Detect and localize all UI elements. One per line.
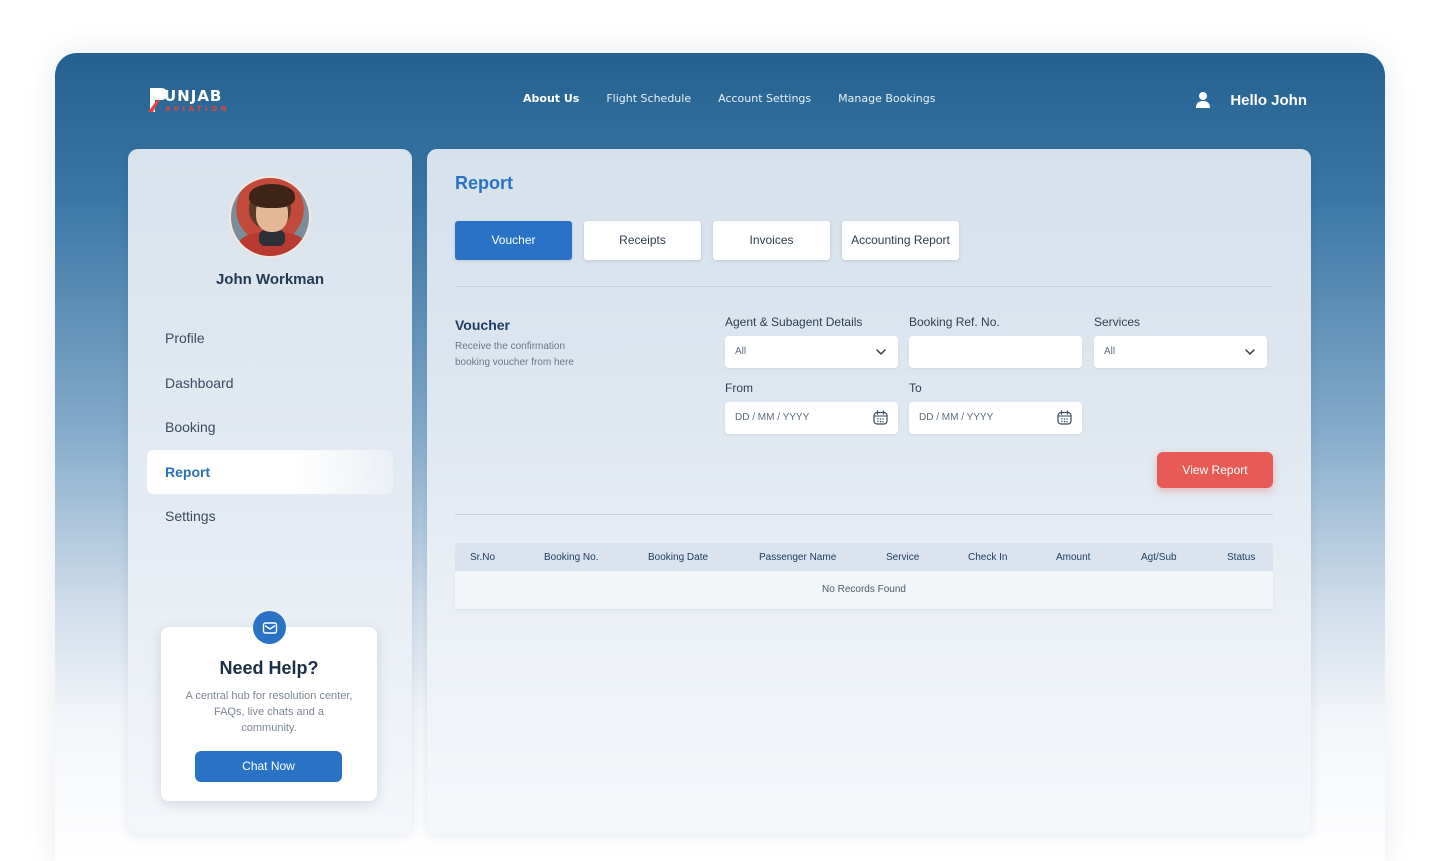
nav-account-settings[interactable]: Account Settings xyxy=(718,92,811,105)
divider xyxy=(455,286,1273,287)
agent-select-value: All xyxy=(735,346,747,357)
brand-logo[interactable]: UNJAB AVIATION xyxy=(147,86,237,116)
nav-manage-bookings[interactable]: Manage Bookings xyxy=(838,92,935,105)
divider xyxy=(455,514,1273,515)
from-date-placeholder: DD / MM / YYYY xyxy=(735,412,810,423)
from-label: From xyxy=(725,381,753,395)
chevron-down-icon xyxy=(876,349,886,355)
calendar-icon[interactable] xyxy=(1057,410,1072,425)
agent-label: Agent & Subagent Details xyxy=(725,315,863,329)
report-tabs: Voucher Receipts Invoices Accounting Rep… xyxy=(455,221,959,260)
sidebar-item-profile[interactable]: Profile xyxy=(147,316,393,361)
tab-invoices[interactable]: Invoices xyxy=(713,221,830,260)
to-date-input[interactable]: DD / MM / YYYY xyxy=(909,402,1082,434)
column-header[interactable]: Service xyxy=(886,552,919,563)
agent-select[interactable]: All xyxy=(725,336,898,368)
booking-ref-input[interactable] xyxy=(909,336,1082,368)
nav-flight-schedule[interactable]: Flight Schedule xyxy=(606,92,691,105)
brand-name: UNJAB xyxy=(164,87,223,105)
help-description: A central hub for resolution center, FAQ… xyxy=(185,690,353,734)
user-menu[interactable]: Hello John xyxy=(1196,91,1307,109)
avatar[interactable] xyxy=(229,176,311,258)
column-header[interactable]: Booking Date xyxy=(648,552,708,563)
sidebar-menu: Profile Dashboard Booking Report Setting… xyxy=(147,316,393,539)
nav-about-us[interactable]: About Us xyxy=(523,92,579,105)
services-select-value: All xyxy=(1104,346,1116,357)
top-nav: About Us Flight Schedule Account Setting… xyxy=(523,92,962,105)
booking-ref-label: Booking Ref. No. xyxy=(909,315,1000,329)
report-table: Sr.No Booking No. Booking Date Passenger… xyxy=(455,543,1273,609)
mail-icon xyxy=(253,611,286,644)
chat-now-button[interactable]: Chat Now xyxy=(195,751,342,782)
tab-accounting-report[interactable]: Accounting Report xyxy=(842,221,959,260)
services-label: Services xyxy=(1094,315,1141,329)
view-report-button[interactable]: View Report xyxy=(1157,452,1273,488)
column-header[interactable]: Agt/Sub xyxy=(1141,552,1177,563)
column-header[interactable]: Passenger Name xyxy=(759,552,836,563)
help-title: Need Help? xyxy=(219,658,319,678)
chevron-down-icon xyxy=(1245,349,1255,355)
column-header[interactable]: Check In xyxy=(968,552,1007,563)
brand-tagline: AVIATION xyxy=(165,105,231,113)
help-card: Need Help? A central hub for resolution … xyxy=(161,611,377,801)
sidebar-item-settings[interactable]: Settings xyxy=(147,494,393,539)
table-header: Sr.No Booking No. Booking Date Passenger… xyxy=(455,543,1273,571)
app-frame: UNJAB AVIATION About Us Flight Schedule … xyxy=(55,53,1385,861)
sidebar: John Workman Profile Dashboard Booking R… xyxy=(128,149,412,834)
column-header[interactable]: Booking No. xyxy=(544,552,598,563)
calendar-icon[interactable] xyxy=(873,410,888,425)
sidebar-item-dashboard[interactable]: Dashboard xyxy=(147,361,393,406)
tab-receipts[interactable]: Receipts xyxy=(584,221,701,260)
column-header[interactable]: Status xyxy=(1227,552,1255,563)
profile-name: John Workman xyxy=(215,271,325,288)
page-title: Report xyxy=(455,173,513,193)
column-header[interactable]: Sr.No xyxy=(470,552,495,563)
column-header[interactable]: Amount xyxy=(1056,552,1090,563)
services-select[interactable]: All xyxy=(1094,336,1267,368)
section-description: Receive the confirmation booking voucher… xyxy=(455,341,574,368)
sidebar-item-report[interactable]: Report xyxy=(147,449,393,494)
empty-state-text: No Records Found xyxy=(822,584,906,595)
to-label: To xyxy=(909,381,922,395)
section-title: Voucher xyxy=(455,317,510,333)
user-greeting: Hello John xyxy=(1230,91,1307,109)
report-panel: Report Voucher Receipts Invoices Account… xyxy=(427,149,1311,834)
sidebar-item-booking[interactable]: Booking xyxy=(147,405,393,450)
table-empty-row: No Records Found xyxy=(455,571,1273,609)
from-date-input[interactable]: DD / MM / YYYY xyxy=(725,402,898,434)
to-date-placeholder: DD / MM / YYYY xyxy=(919,412,994,423)
tab-voucher[interactable]: Voucher xyxy=(455,221,572,260)
user-icon xyxy=(1196,92,1211,108)
